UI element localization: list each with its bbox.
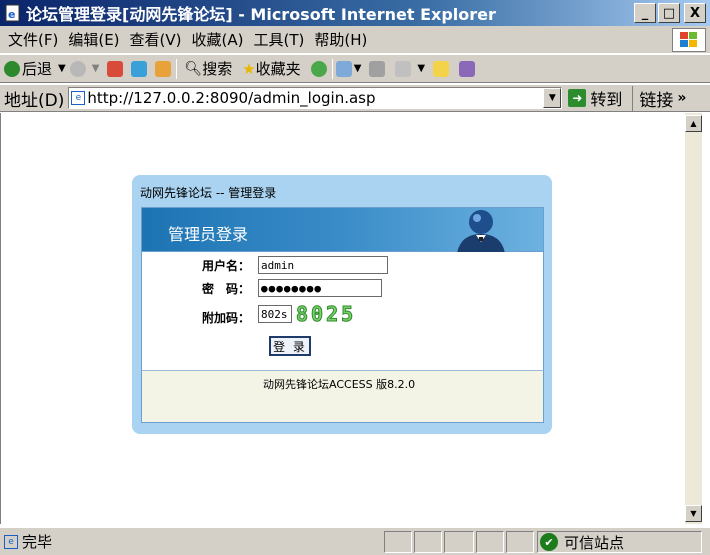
windows-logo-icon (672, 28, 706, 52)
go-arrow-icon: ➜ (568, 89, 587, 107)
captcha-input[interactable]: 802s (258, 305, 292, 323)
back-arrow-icon (4, 60, 20, 77)
address-input[interactable]: e http://127.0.0.2:8090/admin_login.asp … (68, 87, 563, 109)
menu-help[interactable]: 帮助(H) (314, 29, 367, 50)
go-button[interactable]: ➜ 转到 (568, 86, 622, 110)
status-text-area: e 完毕 (4, 531, 52, 552)
address-label: 地址(D) (4, 90, 65, 111)
maximize-button[interactable]: □ (658, 3, 680, 23)
close-button[interactable]: X (684, 3, 706, 23)
discuss-icon[interactable] (433, 60, 450, 77)
admin-avatar-icon (457, 210, 505, 253)
back-button[interactable]: 后退 ▼ (4, 58, 66, 79)
panel-footer: 动网先锋论坛ACCESS 版8.2.0 (141, 370, 544, 423)
home-icon[interactable] (155, 60, 172, 77)
mail-dropdown-icon[interactable]: ▼ (354, 63, 362, 74)
address-bar: 地址(D) e http://127.0.0.2:8090/admin_logi… (0, 84, 710, 112)
stop-icon[interactable] (107, 60, 124, 77)
ie-page-icon: e (5, 4, 20, 22)
history-icon[interactable] (310, 60, 327, 77)
username-row: 用户名： admin (202, 256, 388, 274)
search-icon: 🔍︎ (184, 60, 203, 77)
menu-file[interactable]: 文件(F) (8, 29, 58, 50)
messenger-icon[interactable] (459, 60, 476, 77)
status-pane (506, 531, 534, 553)
edit-icon[interactable] (395, 60, 412, 77)
password-label: 密 码： (202, 281, 251, 296)
vertical-scrollbar[interactable]: ▲ ▼ (685, 113, 702, 524)
login-panel: 动网先锋论坛 -- 管理登录 管理员登录 用户名： admin 密 码： ●●●… (132, 175, 552, 434)
captcha-row: 附加码： 802s 8025 (202, 302, 357, 327)
menu-edit[interactable]: 编辑(E) (68, 29, 119, 50)
back-dropdown-icon[interactable]: ▼ (58, 63, 66, 74)
status-pane (444, 531, 474, 553)
version-text: 动网先锋论坛ACCESS 版8.2.0 (263, 378, 416, 391)
status-text: 完毕 (22, 533, 53, 551)
back-label: 后退 (22, 60, 53, 78)
panel-title: 动网先锋论坛 -- 管理登录 (140, 186, 277, 200)
menu-view[interactable]: 查看(V) (130, 29, 182, 50)
more-chevron-icon[interactable]: » (677, 90, 686, 106)
mail-icon[interactable] (335, 60, 352, 77)
scroll-down-icon[interactable]: ▼ (685, 505, 702, 522)
menu-tools[interactable]: 工具(T) (253, 29, 304, 50)
zone-label: 可信站点 (564, 533, 625, 552)
favorites-label: 收藏夹 (255, 60, 301, 78)
toolbar-separator (331, 58, 333, 79)
captcha-label: 附加码： (202, 310, 251, 325)
toolbar-separator (176, 58, 178, 79)
forward-arrow-icon (69, 60, 86, 77)
menu-bar: 文件(F) 编辑(E) 查看(V) 收藏(A) 工具(T) 帮助(H) (0, 26, 710, 54)
edit-dropdown-icon[interactable]: ▼ (417, 63, 425, 74)
refresh-icon[interactable] (131, 60, 148, 77)
links-button[interactable]: 链接 (632, 85, 673, 111)
address-url: http://127.0.0.2:8090/admin_login.asp (87, 89, 376, 107)
status-bar: e 完毕 ✔ 可信站点 (0, 527, 710, 555)
favorites-button[interactable]: ★ 收藏夹 (242, 58, 300, 79)
menu-favorites[interactable]: 收藏(A) (192, 29, 244, 50)
go-label: 转到 (590, 90, 623, 109)
panel-header-title: 管理员登录 (168, 225, 249, 244)
trusted-check-icon: ✔ (540, 533, 558, 551)
username-input[interactable]: admin (258, 256, 388, 274)
search-button[interactable]: 🔍︎ 搜索 (184, 58, 232, 79)
print-icon[interactable] (369, 60, 386, 77)
minimize-button[interactable]: _ (634, 3, 656, 23)
forward-dropdown-icon[interactable]: ▼ (92, 63, 100, 74)
panel-header: 管理员登录 (141, 207, 544, 253)
title-bar: e 论坛管理登录[动网先锋论坛] - Microsoft Internet Ex… (0, 0, 710, 26)
status-pane (414, 531, 442, 553)
svg-text:e: e (8, 8, 15, 21)
password-row: 密 码： ●●●●●●●● (202, 279, 382, 297)
password-input[interactable]: ●●●●●●●● (258, 279, 382, 297)
address-dropdown-icon[interactable]: ▼ (543, 88, 562, 108)
login-button[interactable]: 登 录 (269, 336, 311, 356)
scroll-up-icon[interactable]: ▲ (685, 115, 702, 132)
security-zone: ✔ 可信站点 (537, 531, 702, 553)
star-icon: ★ (242, 59, 256, 78)
search-label: 搜索 (202, 60, 233, 78)
page-icon: e (71, 91, 86, 105)
status-pane (384, 531, 412, 553)
status-pane (476, 531, 504, 553)
username-label: 用户名： (202, 258, 251, 273)
captcha-image: 8025 (295, 302, 357, 327)
panel-body: 用户名： admin 密 码： ●●●●●●●● 附加码： 802s 8025 … (141, 252, 544, 370)
toolbar: 后退 ▼ ▼ 🔍︎ 搜索 ★ 收藏夹 ▼ ▼ (0, 55, 710, 83)
window-title: 论坛管理登录[动网先锋论坛] - Microsoft Internet Expl… (26, 5, 496, 24)
forward-button[interactable]: ▼ (69, 60, 100, 77)
status-page-icon: e (4, 534, 18, 549)
